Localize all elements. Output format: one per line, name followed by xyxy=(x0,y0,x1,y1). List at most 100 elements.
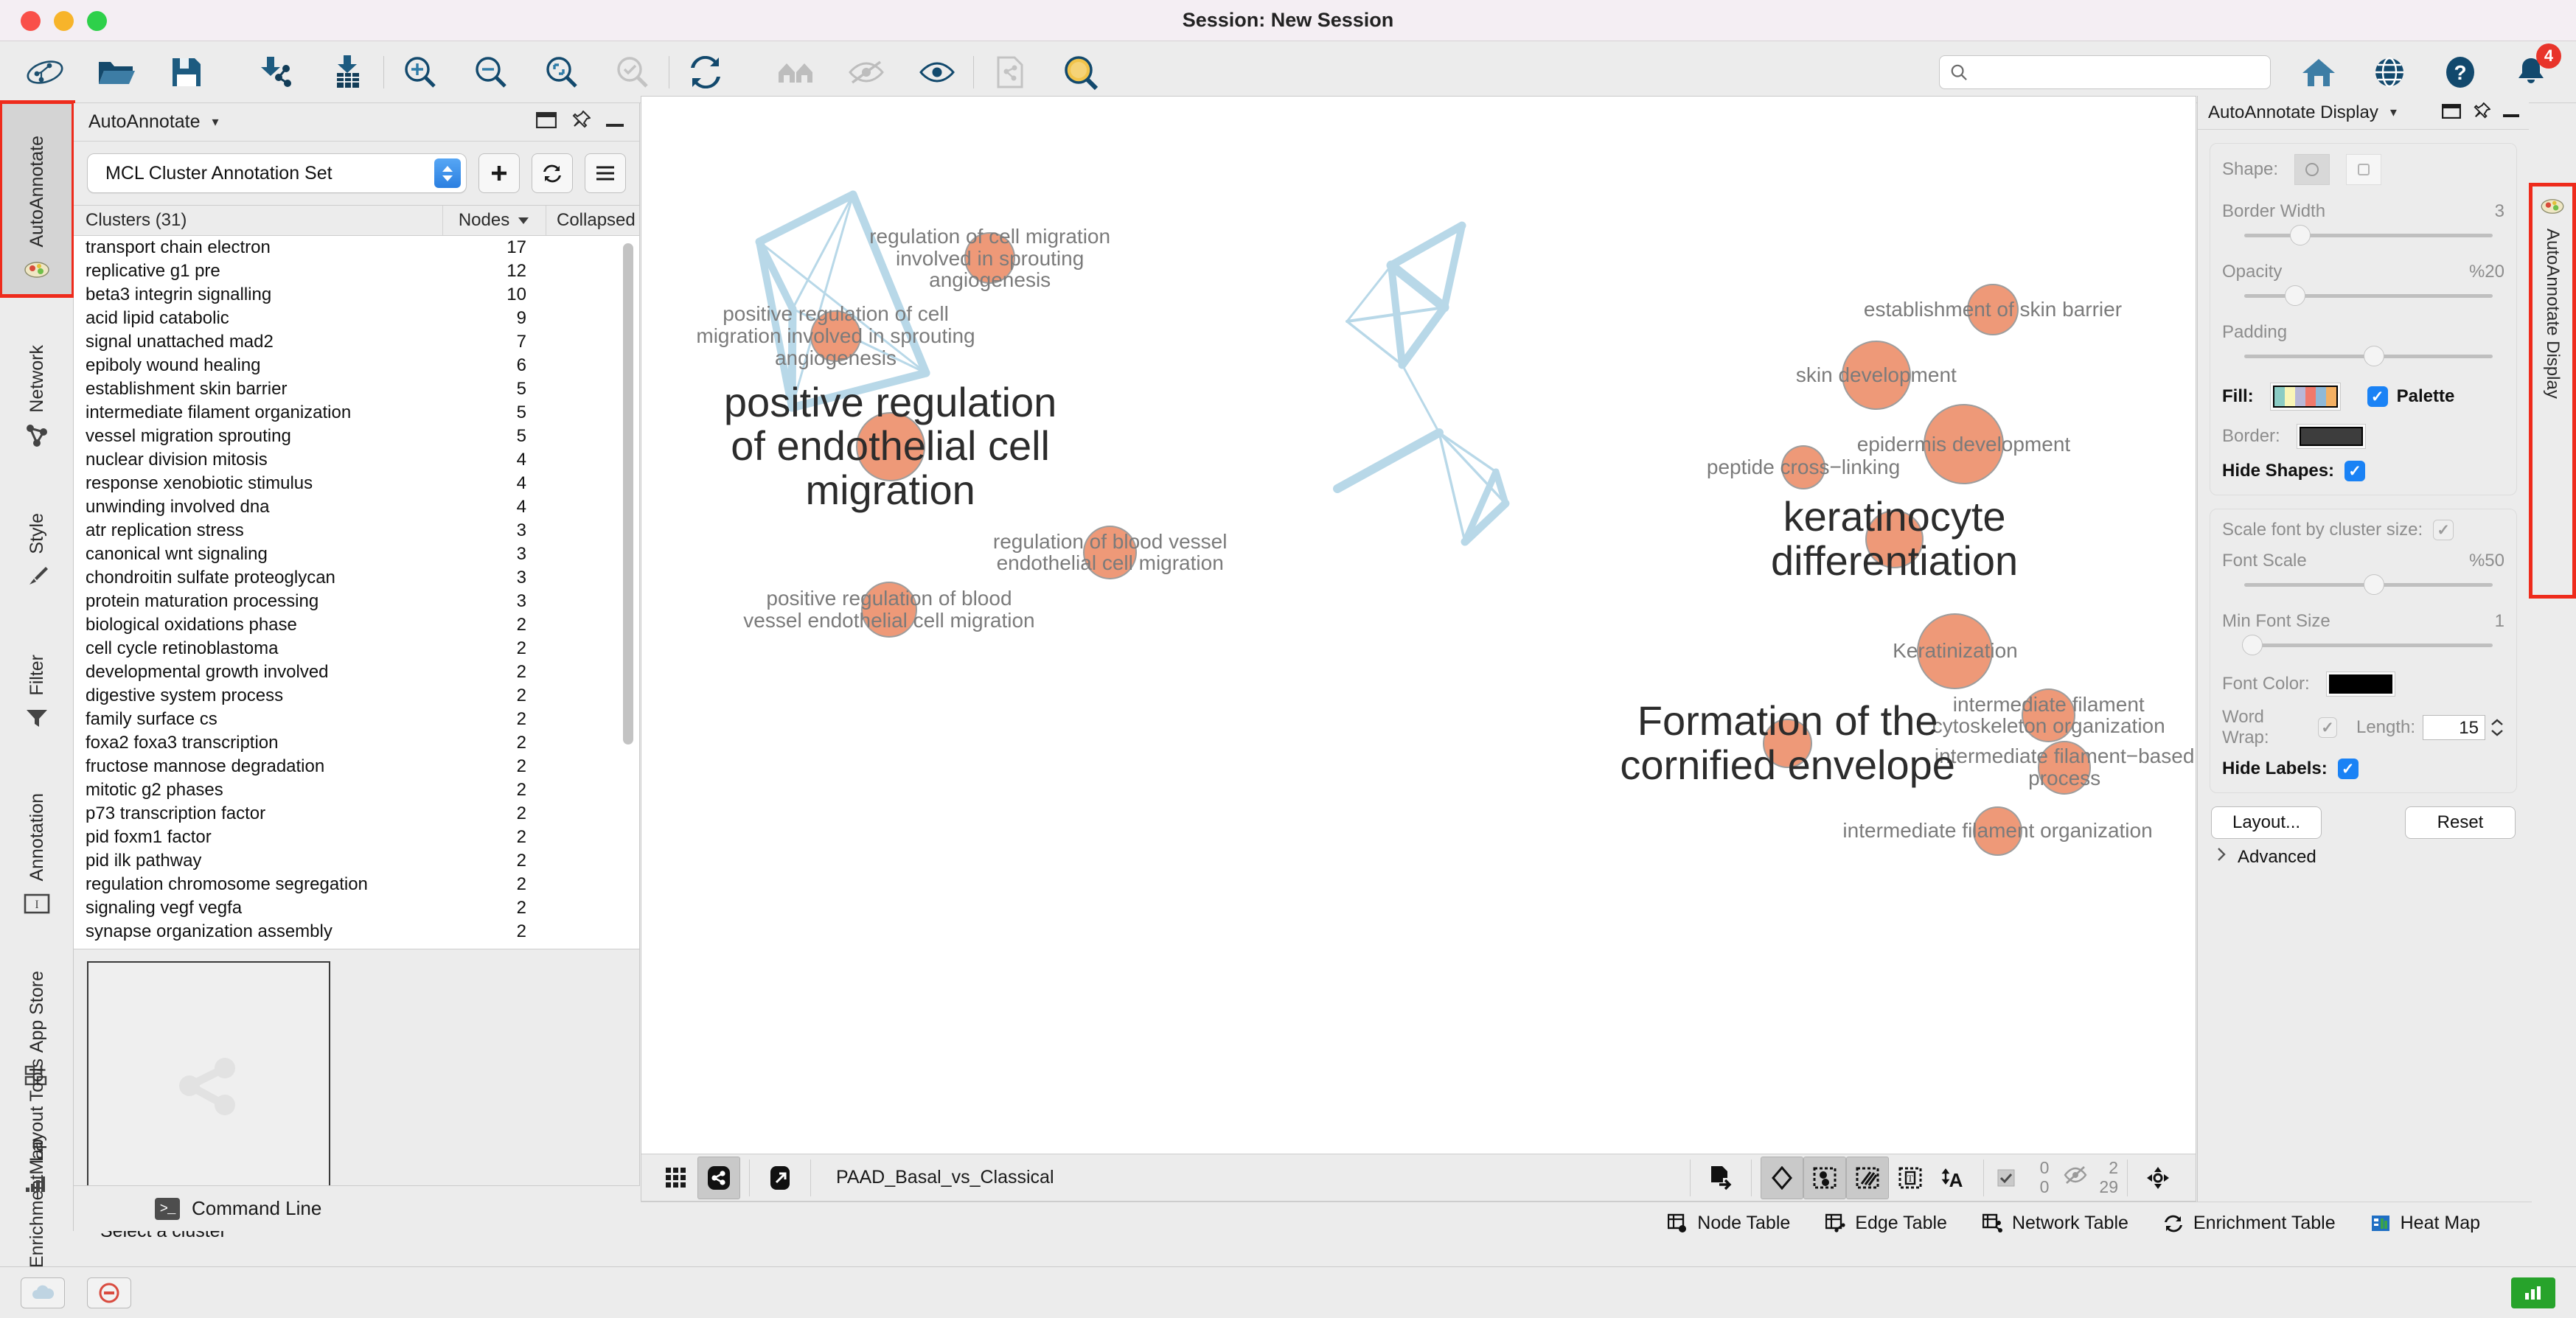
help-icon[interactable]: ? xyxy=(2434,46,2486,98)
import-network-icon[interactable] xyxy=(251,46,302,98)
import-table-icon[interactable] xyxy=(321,46,373,98)
network-node[interactable] xyxy=(1917,613,1994,689)
text-anchor-icon[interactable]: A xyxy=(1932,1157,1974,1199)
sidebar-item-filter[interactable]: Filter xyxy=(1,603,72,743)
table-row[interactable]: nuclear division mitosis 4 xyxy=(74,448,639,472)
table-row[interactable]: unwinding involved dna 4 xyxy=(74,495,639,519)
enrichment-table-button[interactable]: Enrichment Table xyxy=(2164,1213,2336,1234)
table-row[interactable]: atr replication stress 3 xyxy=(74,519,639,543)
network-node[interactable] xyxy=(1083,526,1138,579)
network-view[interactable]: regulation of cell migration involved in… xyxy=(641,97,2196,1154)
bell-icon[interactable]: 4 xyxy=(2505,43,2561,98)
font-scale-slider[interactable] xyxy=(2244,574,2499,595)
cluster-table[interactable]: transport chain electron 17 replicative g1… xyxy=(74,236,639,949)
opacity-slider[interactable] xyxy=(2244,285,2499,306)
table-row[interactable]: cell cycle retinoblastoma 2 xyxy=(74,637,639,660)
table-row[interactable]: pid foxm1 factor 2 xyxy=(74,826,639,849)
search-field[interactable] xyxy=(1974,61,2260,83)
annotation-menu-button[interactable] xyxy=(585,153,626,193)
home-icon[interactable] xyxy=(2293,46,2344,98)
export-image-icon[interactable] xyxy=(1699,1157,1742,1199)
network-node[interactable] xyxy=(1923,404,2004,485)
chevron-down-icon[interactable]: ▾ xyxy=(2390,105,2397,120)
refresh-annotations-button[interactable] xyxy=(532,153,573,193)
search-input[interactable] xyxy=(1939,55,2271,89)
heat-map-button[interactable]: Heat Map xyxy=(2371,1213,2480,1234)
fit-content-icon[interactable] xyxy=(2137,1157,2179,1199)
network-node[interactable] xyxy=(1763,719,1812,768)
select-annotations-icon[interactable]: T xyxy=(1889,1157,1932,1199)
export-view-icon[interactable] xyxy=(759,1157,801,1199)
network-node[interactable] xyxy=(1841,340,1911,410)
close-window-button[interactable] xyxy=(21,11,41,31)
select-mode-icon[interactable] xyxy=(1760,1156,1803,1199)
minimize-icon[interactable] xyxy=(2502,101,2520,124)
table-row[interactable]: fructose mannose degradation 2 xyxy=(74,755,639,778)
show-icon[interactable] xyxy=(911,46,963,98)
table-row[interactable]: beta3 integrin signalling 10 xyxy=(74,283,639,307)
search-network-icon[interactable] xyxy=(1055,46,1107,98)
layout-button[interactable]: Layout... xyxy=(2211,806,2322,839)
sidebar-item-network[interactable]: Network xyxy=(1,296,72,460)
minimize-icon[interactable] xyxy=(605,111,624,133)
network-node[interactable] xyxy=(810,310,862,362)
table-row[interactable]: protein maturation processing 3 xyxy=(74,590,639,613)
fill-palette-swatch[interactable] xyxy=(2269,383,2341,411)
table-row[interactable]: response xenobiotic stimulus 4 xyxy=(74,472,639,495)
checked-box-icon[interactable] xyxy=(1993,1169,2019,1187)
shape-rectangle-button[interactable] xyxy=(2346,154,2382,185)
table-row[interactable]: establishment skin barrier 5 xyxy=(74,377,639,401)
table-row[interactable]: pid ilk pathway 2 xyxy=(74,849,639,873)
select-edges-icon[interactable] xyxy=(1845,1156,1889,1199)
network-table-button[interactable]: Network Table xyxy=(1982,1213,2128,1234)
length-stepper[interactable] xyxy=(2490,718,2504,737)
advanced-section-toggle[interactable]: Advanced xyxy=(2215,846,2529,868)
table-row[interactable]: regulation chromosome segregation 2 xyxy=(74,873,639,896)
length-input[interactable]: 15 xyxy=(2423,715,2485,740)
table-row[interactable]: intermediate filament organization 5 xyxy=(74,401,639,425)
refresh-icon[interactable] xyxy=(680,46,731,98)
cluster-table-scrollbar[interactable] xyxy=(622,240,635,945)
table-row[interactable]: epiboly wound healing 6 xyxy=(74,354,639,377)
scrollbar-thumb[interactable] xyxy=(623,243,633,745)
table-row[interactable]: transport chain electron 17 xyxy=(74,236,639,259)
font-color-swatch[interactable] xyxy=(2325,672,2395,697)
table-row[interactable]: signal unattached mad2 7 xyxy=(74,330,639,354)
table-row[interactable]: foxa2 foxa3 transcription 2 xyxy=(74,731,639,755)
zoom-in-icon[interactable] xyxy=(394,46,446,98)
table-row[interactable]: chondroitin sulfate proteoglycan 3 xyxy=(74,566,639,590)
grid-view-icon[interactable] xyxy=(655,1157,697,1199)
column-header-nodes[interactable]: Nodes xyxy=(442,206,546,235)
table-row[interactable]: acid lipid catabolic 9 xyxy=(74,307,639,330)
chevron-down-icon[interactable]: ▾ xyxy=(212,114,219,130)
column-header-collapsed[interactable]: Collapsed xyxy=(546,206,639,235)
table-row[interactable]: vessel migration sprouting 5 xyxy=(74,425,639,448)
network-view-icon[interactable] xyxy=(697,1156,740,1199)
cytoscape-logo-icon[interactable] xyxy=(19,46,71,98)
table-row[interactable]: family surface cs 2 xyxy=(74,708,639,731)
chevron-updown-icon[interactable] xyxy=(434,158,461,188)
word-wrap-checkbox[interactable]: ✓ xyxy=(2318,717,2337,738)
palette-checkbox[interactable]: ✓ xyxy=(2367,386,2388,407)
select-nodes-icon[interactable] xyxy=(1803,1156,1846,1199)
table-row[interactable]: synapse organization assembly 2 xyxy=(74,920,639,944)
hide-shapes-checkbox[interactable]: ✓ xyxy=(2344,461,2366,481)
node-table-button[interactable]: Node Table xyxy=(1668,1213,1790,1234)
sidebar-item-autoannotate-display[interactable]: AutoAnnotate Display xyxy=(2529,183,2576,599)
zoom-out-icon[interactable] xyxy=(465,46,517,98)
stop-icon[interactable] xyxy=(87,1277,131,1308)
table-row[interactable]: replicative g1 pre 12 xyxy=(74,259,639,283)
zoom-window-button[interactable] xyxy=(87,11,107,31)
green-progress-icon[interactable] xyxy=(2511,1277,2555,1308)
column-header-clusters[interactable]: Clusters (31) xyxy=(74,210,442,231)
network-node[interactable] xyxy=(2022,688,2076,742)
annotation-set-select[interactable]: MCL Cluster Annotation Set xyxy=(87,153,467,193)
reset-button[interactable]: Reset xyxy=(2405,806,2516,839)
network-node[interactable] xyxy=(855,411,925,482)
table-row[interactable]: canonical wnt signaling 3 xyxy=(74,543,639,566)
table-row[interactable]: biological oxidations phase 2 xyxy=(74,613,639,637)
pin-icon[interactable] xyxy=(571,110,591,133)
table-row[interactable]: digestive system process 2 xyxy=(74,684,639,708)
save-icon[interactable] xyxy=(161,46,212,98)
table-row[interactable]: signaling vegf vegfa 2 xyxy=(74,896,639,920)
